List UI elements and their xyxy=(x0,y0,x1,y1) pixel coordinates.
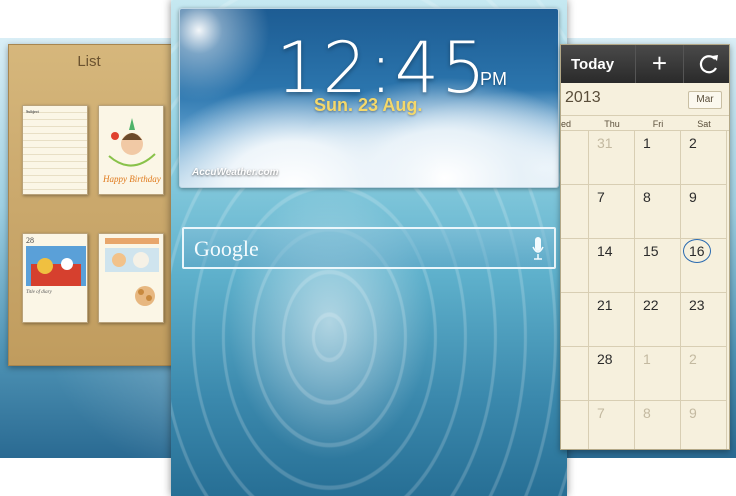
calendar-day-cell[interactable] xyxy=(561,239,589,293)
weather-provider-logo: AccuWeather.com xyxy=(192,167,279,178)
diary-caption: Title of diary xyxy=(26,290,52,295)
memo-card-recipe[interactable] xyxy=(98,233,164,323)
weekday-wed: ed xyxy=(560,119,571,129)
today-button[interactable]: Today xyxy=(561,45,633,83)
calendar-day-cell[interactable] xyxy=(561,131,589,185)
calendar-day-cell[interactable]: 9 xyxy=(681,185,727,239)
calendar-day-cell[interactable]: 7 xyxy=(589,185,635,239)
calendar-day-cell[interactable]: 2 xyxy=(681,347,727,401)
microphone-icon[interactable] xyxy=(532,237,544,261)
calendar-day-cell[interactable] xyxy=(561,185,589,239)
calendar-day-cell[interactable] xyxy=(561,401,589,449)
memo-list-panel[interactable]: List Subject Happy Birthday 28 Title of … xyxy=(8,44,178,366)
clock-weather-widget[interactable]: 12:45 PM Sun. 23 Aug. AccuWeather.com xyxy=(179,8,559,188)
calendar-day-cell[interactable]: 28 xyxy=(589,347,635,401)
sync-button[interactable] xyxy=(683,45,729,83)
calendar-day-cell[interactable]: 1 xyxy=(635,347,681,401)
calendar-day-cell[interactable]: 8 xyxy=(635,401,681,449)
calendar-day-cell[interactable] xyxy=(561,293,589,347)
memo-card-heading: Subject xyxy=(26,109,39,114)
calendar-day-cell[interactable]: 7 xyxy=(589,401,635,449)
calendar-day-cell[interactable]: 22 xyxy=(635,293,681,347)
clock-date: Sun. 23 Aug. xyxy=(314,95,423,115)
calendar-day-cell[interactable]: 1 xyxy=(635,131,681,185)
clock-ampm: PM xyxy=(480,69,507,89)
calendar-day-cell[interactable]: 21 xyxy=(589,293,635,347)
refresh-icon xyxy=(699,55,718,74)
recipe-illustration-icon xyxy=(105,238,159,306)
weekday-header: ed Thu Fri Sat xyxy=(560,115,729,131)
today-circle-icon xyxy=(683,239,711,263)
memo-card-birthday[interactable]: Happy Birthday xyxy=(98,105,164,195)
calendar-toolbar: Today + xyxy=(561,45,729,83)
calendar-day-cell[interactable]: 14 xyxy=(589,239,635,293)
birthday-card-text: Happy Birthday xyxy=(103,174,161,184)
memo-card-diary[interactable]: 28 Title of diary xyxy=(22,233,88,323)
weekday-sat: Sat xyxy=(697,119,711,129)
memo-card-subject[interactable]: Subject xyxy=(22,105,88,195)
calendar-day-cell[interactable]: 9 xyxy=(681,401,727,449)
calendar-day-cell[interactable]: 31 xyxy=(589,131,635,185)
memo-list-title: List xyxy=(77,53,101,70)
home-screen-panel: 12:45 PM Sun. 23 Aug. AccuWeather.com Go… xyxy=(171,0,567,496)
calendar-day-cell[interactable] xyxy=(561,347,589,401)
calendar-day-cell[interactable]: 23 xyxy=(681,293,727,347)
add-event-button[interactable]: + xyxy=(635,45,683,83)
calendar-day-cell-today[interactable]: 16 xyxy=(681,239,727,293)
calendar-day-cell[interactable]: 15 xyxy=(635,239,681,293)
weekday-thu: Thu xyxy=(604,119,620,129)
calendar-year: 2013 xyxy=(565,89,601,106)
diary-date: 28 xyxy=(26,236,34,245)
google-search-label: Google xyxy=(194,236,259,261)
month-button[interactable]: Mar xyxy=(688,91,722,109)
calendar-day-cell[interactable]: 2 xyxy=(681,131,727,185)
calendar-day-cell[interactable]: 8 xyxy=(635,185,681,239)
diary-photo-icon xyxy=(26,246,86,286)
calendar-panel[interactable]: Today + 2013 Mar ed Thu Fri Sat 31 1 2 7… xyxy=(560,44,730,450)
google-search-bar[interactable]: Google xyxy=(182,227,556,269)
weekday-fri: Fri xyxy=(652,119,664,129)
